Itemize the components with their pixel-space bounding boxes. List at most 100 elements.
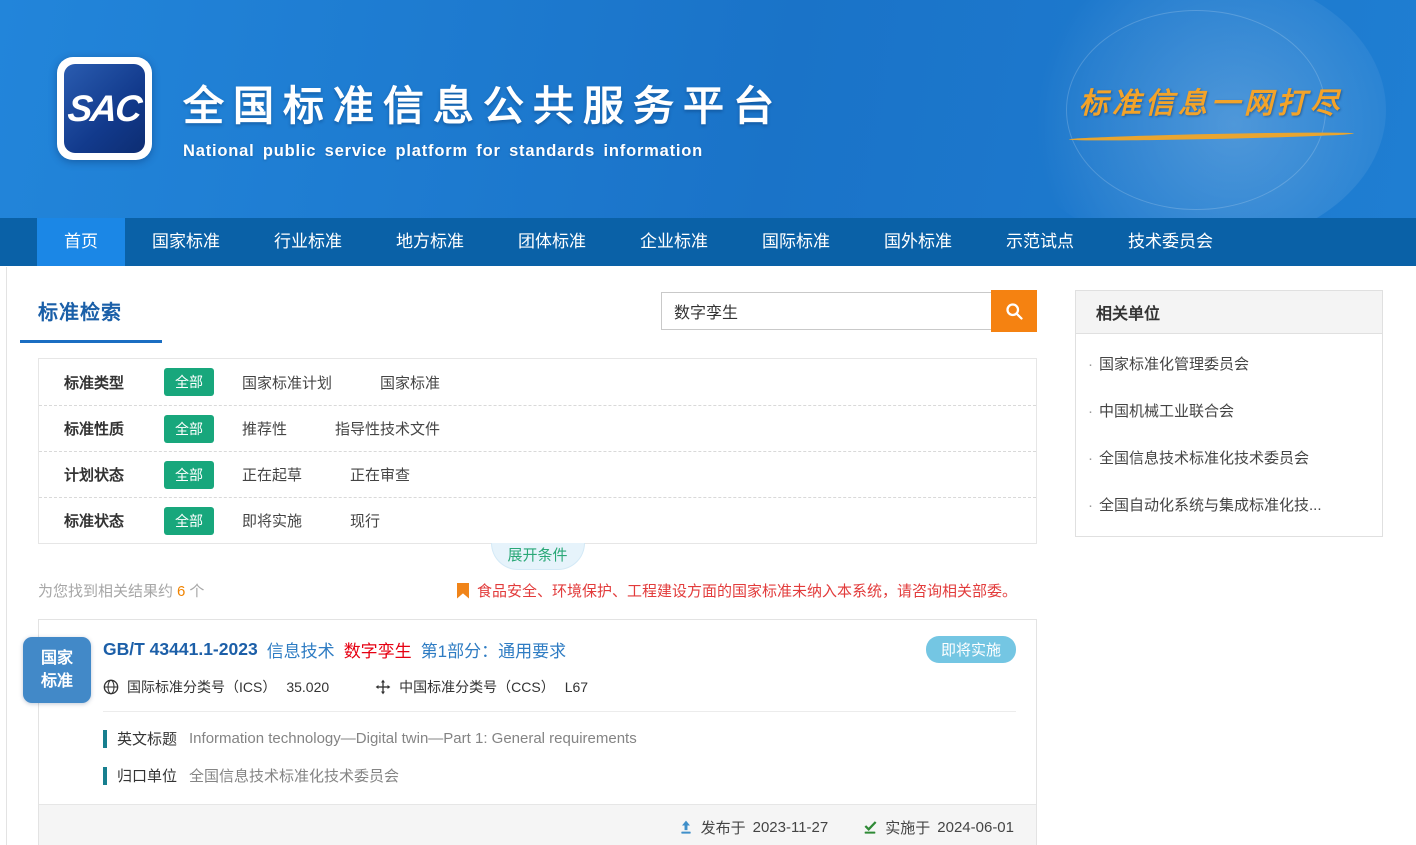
summary-count: 6 bbox=[173, 583, 189, 600]
committee-label: 归口单位 bbox=[117, 765, 177, 786]
compass-icon bbox=[375, 679, 391, 695]
filter-label: 计划状态 bbox=[64, 464, 164, 485]
bullet: · bbox=[1088, 450, 1093, 467]
filter-row-standard-status: 标准状态 全部 即将实施 现行 bbox=[39, 497, 1036, 543]
nav-item-technical-committee[interactable]: 技术委员会 bbox=[1101, 218, 1240, 266]
filter-selected-all[interactable]: 全部 bbox=[164, 368, 214, 396]
standard-title-part[interactable]: 第1部分：通用要求 bbox=[421, 637, 566, 662]
card-main: GB/T 43441.1-2023 信息技术 数字孪生 第1部分：通用要求 即将… bbox=[39, 620, 1036, 786]
implement-date-item: 实施于 2024-06-01 bbox=[862, 817, 1014, 838]
implement-date: 2024-06-01 bbox=[937, 819, 1014, 836]
globe-icon bbox=[103, 679, 119, 695]
filter-label: 标准类型 bbox=[64, 372, 164, 393]
upload-icon bbox=[678, 819, 694, 835]
system-notice: 食品安全、环境保护、工程建设方面的国家标准未纳入本系统，请咨询相关部委。 bbox=[457, 580, 1037, 601]
main-column: 标准检索 标准类型 全部 国家标准计 bbox=[38, 290, 1037, 845]
nav-item-local-standards[interactable]: 地方标准 bbox=[369, 218, 491, 266]
filter-selected-all[interactable]: 全部 bbox=[164, 415, 214, 443]
section-title-underline bbox=[20, 340, 162, 343]
filter-option[interactable]: 国家标准计划 bbox=[242, 372, 332, 393]
teal-bar-decoration bbox=[103, 767, 107, 785]
type-badge-line1: 国家 bbox=[41, 647, 73, 670]
bullet: · bbox=[1088, 497, 1093, 514]
notice-text: 食品安全、环境保护、工程建设方面的国家标准未纳入本系统，请咨询相关部委。 bbox=[477, 580, 1017, 601]
search-input[interactable] bbox=[661, 292, 991, 330]
nav-item-foreign-standards[interactable]: 国外标准 bbox=[857, 218, 979, 266]
content-area: 标准检索 标准类型 全部 国家标准计 bbox=[0, 266, 1416, 845]
related-units-box: 相关单位 · 国家标准化管理委员会 ·中国机械工业联合会 ·全国信息技术标准化技术… bbox=[1075, 290, 1383, 537]
result-card: 国家 标准 GB/T 43441.1-2023 信息技术 数字孪生 第1部分：通… bbox=[38, 619, 1037, 845]
sac-logo-text: SAC bbox=[66, 88, 143, 130]
standard-code-link[interactable]: GB/T 43441.1-2023 bbox=[103, 639, 258, 660]
filter-option[interactable]: 即将实施 bbox=[242, 510, 302, 531]
classification-row: 国际标准分类号（ICS） 35.020 中国标准分类号（CCS） bbox=[103, 677, 1016, 697]
filter-option[interactable]: 指导性技术文件 bbox=[335, 418, 440, 439]
platform-title: 全国标准信息公共服务平台 bbox=[183, 72, 783, 132]
committee-value: 全国信息技术标准化技术委员会 bbox=[189, 765, 399, 786]
section-title-wrap: 标准检索 bbox=[38, 290, 162, 343]
sidebar-item-sac[interactable]: · 国家标准化管理委员会 bbox=[1076, 340, 1382, 387]
nav-item-home[interactable]: 首页 bbox=[37, 218, 125, 266]
sidebar-item-automation-systems-committee[interactable]: · 全国自动化系统与集成标准化技... bbox=[1076, 481, 1382, 528]
sidebar-item-it-standardization-committee[interactable]: ·全国信息技术标准化技术委员会 bbox=[1076, 434, 1382, 481]
slogan-text: 标准信息一网打尽 bbox=[1061, 80, 1361, 122]
bullet: · bbox=[1088, 356, 1093, 373]
standard-type-badge: 国家 标准 bbox=[23, 637, 91, 703]
english-title-label: 英文标题 bbox=[117, 728, 177, 749]
page-title: 标准检索 bbox=[38, 302, 122, 324]
implement-label: 实施于 bbox=[885, 817, 930, 838]
sidebar-item-label: 全国自动化系统与集成标准化技... bbox=[1099, 497, 1322, 514]
status-badge: 即将实施 bbox=[926, 636, 1016, 663]
search-box bbox=[661, 290, 1037, 332]
nav-item-enterprise-standards[interactable]: 企业标准 bbox=[613, 218, 735, 266]
committee-row: 归口单位 全国信息技术标准化技术委员会 bbox=[103, 765, 1016, 786]
main-nav: 首页 国家标准 行业标准 地方标准 团体标准 企业标准 国际标准 国外标准 示范… bbox=[0, 218, 1416, 266]
check-icon bbox=[862, 819, 878, 835]
standard-title-highlight[interactable]: 数字孪生 bbox=[344, 637, 412, 662]
search-button[interactable] bbox=[991, 290, 1037, 332]
sac-logo[interactable]: SAC bbox=[57, 57, 152, 160]
nav-item-international-standards[interactable]: 国际标准 bbox=[735, 218, 857, 266]
filter-option[interactable]: 现行 bbox=[350, 510, 380, 531]
site-header: SAC 全国标准信息公共服务平台 National public service… bbox=[0, 0, 1416, 218]
search-icon bbox=[1004, 301, 1025, 322]
bookmark-icon bbox=[457, 583, 469, 599]
filter-option[interactable]: 国家标准 bbox=[380, 372, 440, 393]
sidebar-item-machinery-federation[interactable]: ·中国机械工业联合会 bbox=[1076, 387, 1382, 434]
filter-label: 标准状态 bbox=[64, 510, 164, 531]
english-title-value: Information technology—Digital twin—Part… bbox=[189, 730, 637, 747]
filter-label: 标准性质 bbox=[64, 418, 164, 439]
filter-selected-all[interactable]: 全部 bbox=[164, 461, 214, 489]
english-title-row: 英文标题 Information technology—Digital twin… bbox=[103, 728, 1016, 749]
standard-title-part[interactable]: 信息技术 bbox=[267, 637, 335, 662]
filter-selected-all[interactable]: 全部 bbox=[164, 507, 214, 535]
result-summary: 为您找到相关结果约6个 bbox=[38, 580, 204, 601]
filter-row-standard-nature: 标准性质 全部 推荐性 指导性技术文件 bbox=[39, 405, 1036, 451]
card-divider bbox=[103, 711, 1016, 712]
slogan-area: 标准信息一网打尽 bbox=[1061, 80, 1361, 139]
sidebar-item-label: 国家标准化管理委员会 bbox=[1099, 356, 1249, 373]
publish-date: 2023-11-27 bbox=[753, 819, 829, 836]
platform-subtitle: National public service platform for sta… bbox=[183, 142, 783, 161]
related-units-title: 相关单位 bbox=[1076, 291, 1382, 334]
filter-option[interactable]: 正在审查 bbox=[350, 464, 410, 485]
standard-title-row: GB/T 43441.1-2023 信息技术 数字孪生 第1部分：通用要求 即将… bbox=[103, 636, 1016, 663]
nav-item-national-standards[interactable]: 国家标准 bbox=[125, 218, 247, 266]
teal-bar-decoration bbox=[103, 730, 107, 748]
sidebar: 相关单位 · 国家标准化管理委员会 ·中国机械工业联合会 ·全国信息技术标准化技术… bbox=[1075, 290, 1383, 845]
filter-row-plan-status: 计划状态 全部 正在起草 正在审查 bbox=[39, 451, 1036, 497]
filter-option[interactable]: 正在起草 bbox=[242, 464, 302, 485]
result-info-row: 为您找到相关结果约6个 食品安全、环境保护、工程建设方面的国家标准未纳入本系统，… bbox=[38, 580, 1037, 601]
nav-item-pilot[interactable]: 示范试点 bbox=[979, 218, 1101, 266]
expand-conditions-button[interactable]: 展开条件 bbox=[491, 543, 585, 570]
nav-item-group-standards[interactable]: 团体标准 bbox=[491, 218, 613, 266]
filter-option[interactable]: 推荐性 bbox=[242, 418, 287, 439]
summary-prefix: 为您找到相关结果约 bbox=[38, 583, 173, 600]
ccs-label: 中国标准分类号（CCS） bbox=[399, 677, 555, 697]
nav-item-industry-standards[interactable]: 行业标准 bbox=[247, 218, 369, 266]
ics-label: 国际标准分类号（ICS） bbox=[127, 677, 276, 697]
sac-logo-inner: SAC bbox=[64, 64, 145, 153]
publish-date-item: 发布于 2023-11-27 bbox=[678, 817, 829, 838]
search-row: 标准检索 bbox=[38, 290, 1037, 346]
ics-value: 35.020 bbox=[286, 679, 329, 695]
